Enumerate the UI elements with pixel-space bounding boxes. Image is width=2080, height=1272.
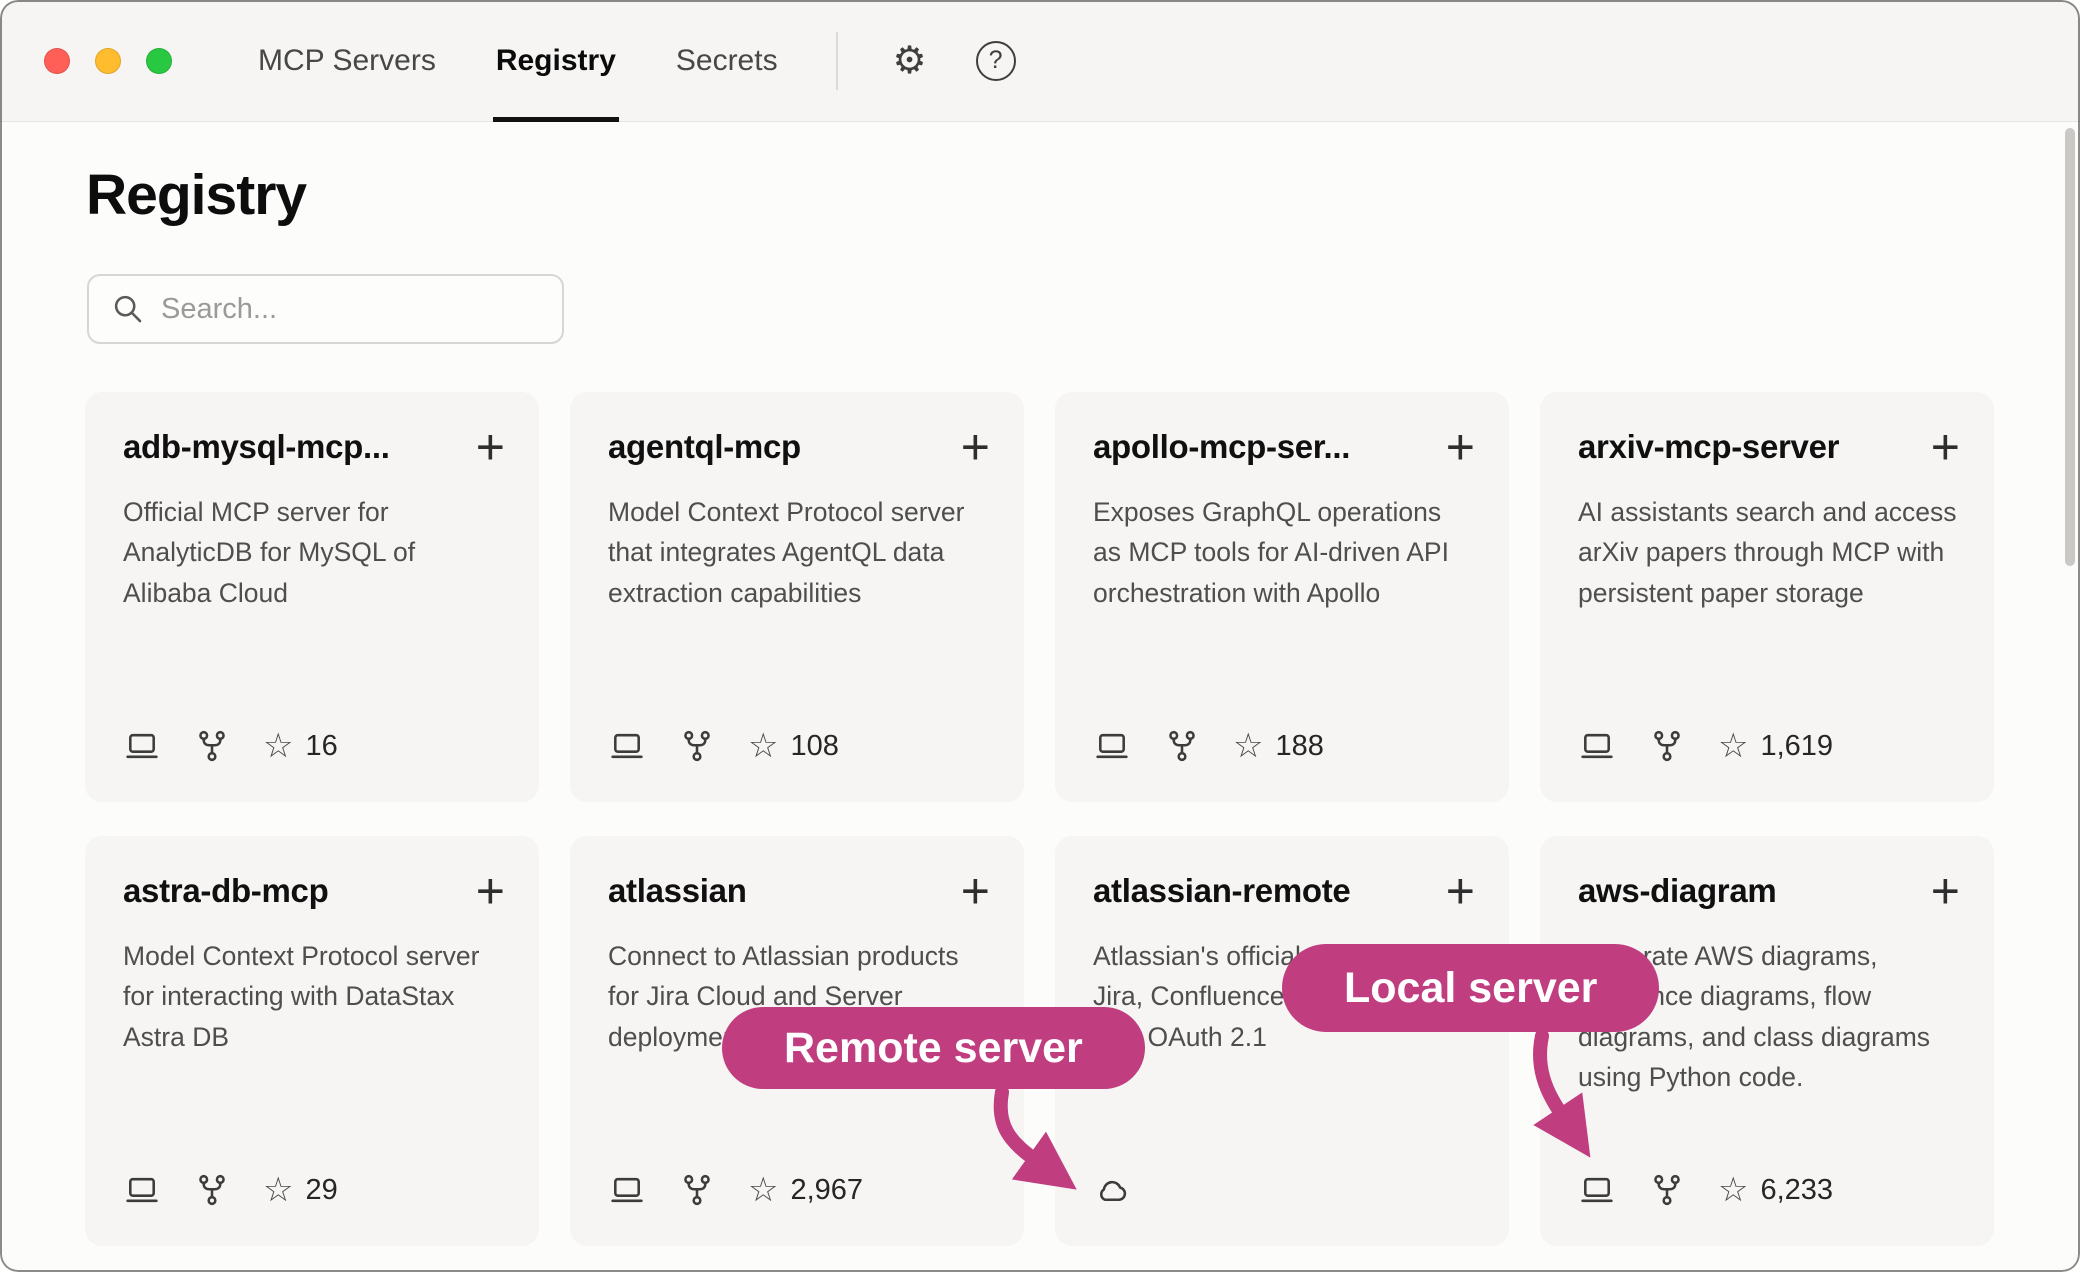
scrollbar-thumb[interactable] (2065, 128, 2075, 566)
star-icon: ☆ (748, 1173, 778, 1207)
add-server-button[interactable]: + (468, 428, 505, 465)
laptop-icon (608, 728, 646, 764)
server-card-footer: ☆ 6,233 (1578, 1172, 1960, 1208)
cloud-icon (1093, 1172, 1131, 1208)
star-group: ☆ 29 (263, 1173, 338, 1207)
star-group: ☆ 108 (748, 729, 839, 763)
server-name: astra-db-mcp (123, 872, 328, 910)
server-name: atlassian (608, 872, 747, 910)
server-name: arxiv-mcp-server (1578, 428, 1839, 466)
server-description: AI assistants search and access arXiv pa… (1578, 492, 1960, 613)
toolbar-icons: ⚙ ? (882, 33, 1024, 89)
laptop-icon (608, 1172, 646, 1208)
add-server-button[interactable]: + (1438, 872, 1475, 909)
star-count: 6,233 (1760, 1174, 1833, 1207)
server-card-astra-db-mcp[interactable]: astra-db-mcp + Model Context Protocol se… (85, 836, 539, 1246)
star-group: ☆ 16 (263, 729, 338, 763)
star-group: ☆ 1,619 (1718, 729, 1833, 763)
laptop-icon (123, 728, 161, 764)
server-card-footer: ☆ 1,619 (1578, 728, 1960, 764)
server-card-adb-mysql-mcp[interactable]: adb-mysql-mcp... + Official MCP server f… (85, 392, 539, 802)
server-description: Exposes GraphQL operations as MCP tools … (1093, 492, 1475, 613)
server-grid: adb-mysql-mcp... + Official MCP server f… (85, 392, 1995, 1246)
add-server-button[interactable]: + (953, 872, 990, 909)
add-server-button[interactable]: + (468, 872, 505, 909)
star-group: ☆ 188 (1233, 729, 1324, 763)
remote-server-callout: Remote server (722, 1007, 1145, 1089)
server-card-footer: ☆ 188 (1093, 728, 1475, 764)
nav-tabs: MCP Servers Registry Secrets (258, 0, 778, 122)
laptop-icon (1578, 1172, 1616, 1208)
git-fork-icon (193, 728, 231, 764)
star-count: 16 (305, 730, 337, 763)
search-icon (111, 292, 145, 326)
registry-page: Registry adb-mysql-mcp... + Official MCP… (0, 122, 2080, 1271)
minimize-button[interactable] (95, 48, 121, 74)
star-group: ☆ 6,233 (1718, 1173, 1833, 1207)
server-name: aws-diagram (1578, 872, 1776, 910)
server-card-footer (1093, 1172, 1475, 1208)
traffic-lights (44, 48, 172, 74)
close-button[interactable] (44, 48, 70, 74)
star-count: 1,619 (1760, 730, 1833, 763)
server-description: Official MCP server for AnalyticDB for M… (123, 492, 505, 613)
settings-button[interactable]: ⚙ (882, 33, 938, 89)
tab-secrets[interactable]: Secrets (676, 0, 778, 122)
git-fork-icon (1163, 728, 1201, 764)
server-name: adb-mysql-mcp... (123, 428, 390, 466)
laptop-icon (123, 1172, 161, 1208)
server-card-arxiv-mcp-server[interactable]: arxiv-mcp-server + AI assistants search … (1540, 392, 1994, 802)
search-input[interactable] (161, 293, 540, 326)
help-button[interactable]: ? (968, 33, 1024, 89)
add-server-button[interactable]: + (1438, 428, 1475, 465)
help-icon: ? (976, 41, 1016, 81)
page-title: Registry (0, 122, 2080, 228)
star-count: 29 (305, 1174, 337, 1207)
server-card-footer: ☆ 29 (123, 1172, 505, 1208)
server-name: apollo-mcp-ser... (1093, 428, 1350, 466)
server-name: agentql-mcp (608, 428, 801, 466)
app-window: MCP Servers Registry Secrets ⚙ ? Registr… (0, 0, 2080, 1272)
server-card-apollo-mcp-server[interactable]: apollo-mcp-ser... + Exposes GraphQL oper… (1055, 392, 1509, 802)
star-icon: ☆ (1718, 1173, 1748, 1207)
git-fork-icon (193, 1172, 231, 1208)
toolbar: MCP Servers Registry Secrets ⚙ ? (0, 0, 2080, 122)
server-card-footer: ☆ 16 (123, 728, 505, 764)
toolbar-divider (836, 32, 838, 90)
add-server-button[interactable]: + (1923, 428, 1960, 465)
add-server-button[interactable]: + (1923, 872, 1960, 909)
star-icon: ☆ (748, 729, 778, 763)
git-fork-icon (678, 728, 716, 764)
laptop-icon (1093, 728, 1131, 764)
server-card-footer: ☆ 108 (608, 728, 990, 764)
tab-registry[interactable]: Registry (496, 0, 616, 122)
add-server-button[interactable]: + (953, 428, 990, 465)
tab-mcp-servers[interactable]: MCP Servers (258, 0, 436, 122)
git-fork-icon (1648, 1172, 1686, 1208)
search-box (87, 274, 564, 344)
star-icon: ☆ (1718, 729, 1748, 763)
star-count: 188 (1275, 730, 1323, 763)
server-card-aws-diagram[interactable]: aws-diagram + Generate AWS diagrams, seq… (1540, 836, 1994, 1246)
server-description: Model Context Protocol server that integ… (608, 492, 990, 613)
star-group: ☆ 2,967 (748, 1173, 863, 1207)
star-count: 108 (790, 730, 838, 763)
gear-icon: ⚙ (893, 42, 927, 80)
local-server-callout: Local server (1282, 944, 1659, 1032)
server-name: atlassian-remote (1093, 872, 1350, 910)
git-fork-icon (1648, 728, 1686, 764)
git-fork-icon (678, 1172, 716, 1208)
star-count: 2,967 (790, 1174, 863, 1207)
zoom-button[interactable] (146, 48, 172, 74)
star-icon: ☆ (263, 1173, 293, 1207)
star-icon: ☆ (1233, 729, 1263, 763)
star-icon: ☆ (263, 729, 293, 763)
laptop-icon (1578, 728, 1616, 764)
server-description: Model Context Protocol server for intera… (123, 936, 505, 1057)
server-card-footer: ☆ 2,967 (608, 1172, 990, 1208)
server-card-agentql-mcp[interactable]: agentql-mcp + Model Context Protocol ser… (570, 392, 1024, 802)
